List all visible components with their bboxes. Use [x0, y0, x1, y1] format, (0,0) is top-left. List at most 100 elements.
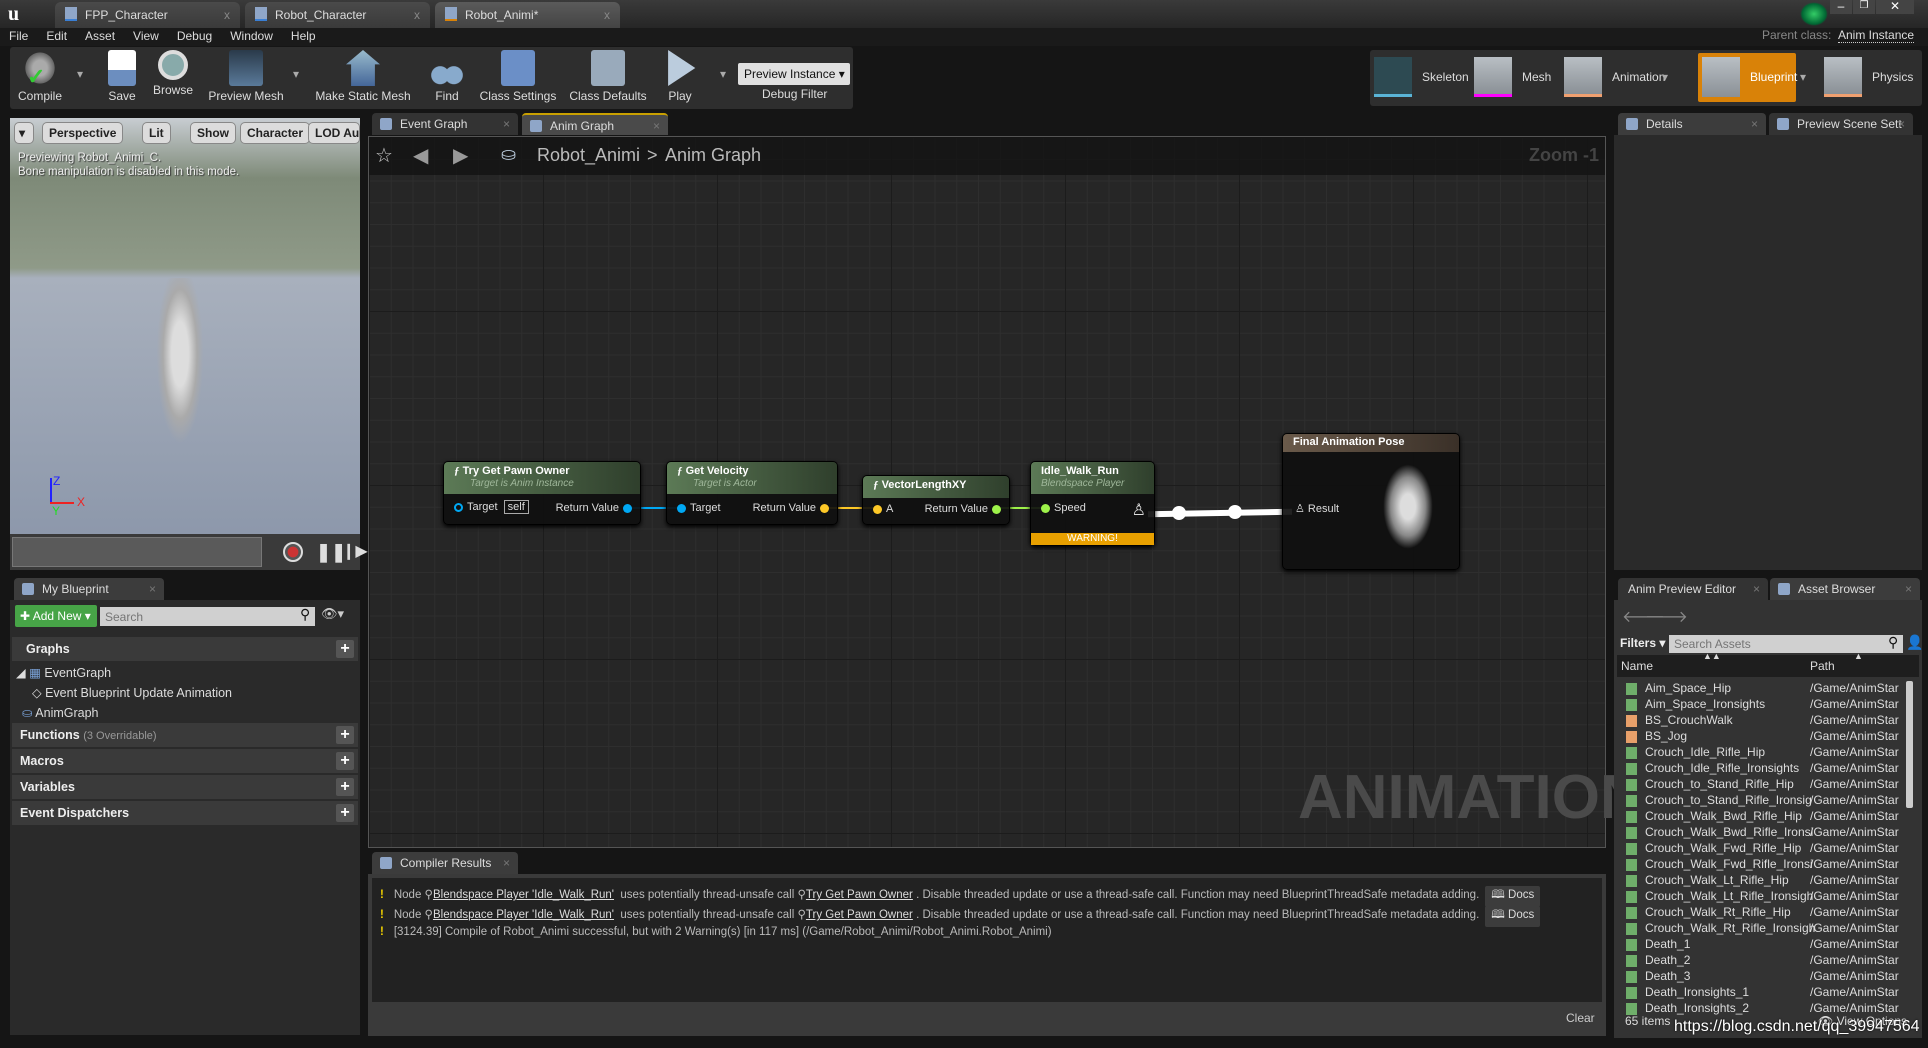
maximize-button[interactable]: ❐: [1853, 0, 1875, 14]
tree-item-animgraph[interactable]: ⛀ AnimGraph: [22, 705, 99, 720]
menu-view[interactable]: View: [124, 28, 168, 44]
add-new-button[interactable]: ✚ Add New ▾: [15, 605, 97, 627]
close-icon[interactable]: ×: [1898, 117, 1905, 131]
make-static-mesh-button[interactable]: Make Static Mesh: [308, 47, 418, 109]
asset-row[interactable]: BS_CrouchWalk/Game/AnimStar: [1622, 713, 1912, 729]
add-graph-button[interactable]: +: [336, 640, 354, 658]
asset-row[interactable]: Crouch_Walk_Fwd_Rifle_Ironsi/Game/AnimSt…: [1622, 857, 1912, 873]
reroute-knot[interactable]: [1172, 506, 1186, 520]
tab-anim-graph[interactable]: Anim Graph ×: [522, 113, 668, 135]
pin-a[interactable]: A: [869, 503, 893, 515]
tab-preview-scene-settings[interactable]: Preview Scene Sett ×: [1769, 113, 1913, 135]
close-icon[interactable]: x: [224, 8, 230, 22]
column-path[interactable]: Path: [1810, 659, 1835, 673]
asset-row[interactable]: BS_Jog/Game/AnimStar: [1622, 729, 1912, 745]
asset-row[interactable]: Crouch_Walk_Lt_Rifle_Ironsigh/Game/AnimS…: [1622, 889, 1912, 905]
node-final-animation-pose[interactable]: Final Animation Pose ♙ Result: [1282, 433, 1460, 570]
minimize-button[interactable]: –: [1830, 0, 1852, 14]
menu-file[interactable]: File: [0, 28, 37, 44]
section-event-dispatchers[interactable]: Event Dispatchers +: [12, 801, 358, 825]
tab-my-blueprint[interactable]: My Blueprint ×: [14, 578, 164, 600]
menu-debug[interactable]: Debug: [168, 28, 221, 44]
doc-tab-robot-animi[interactable]: Robot_Animi* x: [435, 2, 620, 28]
add-macro-button[interactable]: +: [336, 752, 354, 770]
close-icon[interactable]: ×: [1905, 582, 1912, 596]
tab-event-graph[interactable]: Event Graph ×: [372, 113, 518, 135]
log-link[interactable]: Try Get Pawn Owner: [806, 909, 913, 921]
forward-arrow-icon[interactable]: 🡒: [1645, 606, 1688, 627]
breadcrumb-root[interactable]: Robot_Animi: [537, 145, 640, 166]
browse-button[interactable]: Browse: [150, 47, 196, 109]
debug-filter-select[interactable]: Preview Instance ▾: [738, 63, 850, 85]
asset-row[interactable]: Death_3/Game/AnimStar: [1622, 969, 1912, 985]
record-button[interactable]: [283, 542, 303, 562]
mode-mesh[interactable]: Mesh: [1470, 53, 1560, 102]
asset-row[interactable]: Death_1/Game/AnimStar: [1622, 937, 1912, 953]
forward-arrow-icon[interactable]: ▶: [453, 143, 468, 168]
lit-button[interactable]: Lit: [142, 122, 171, 144]
pin-speed[interactable]: Speed: [1037, 502, 1086, 514]
pin-return-value[interactable]: Return Value: [925, 503, 1005, 515]
save-button[interactable]: Save: [102, 47, 142, 109]
column-name[interactable]: Name: [1621, 659, 1653, 673]
compile-options-dropdown[interactable]: ▾: [72, 47, 88, 109]
log-link[interactable]: Blendspace Player 'Idle_Walk_Run': [433, 909, 614, 921]
tab-compiler-results[interactable]: Compiler Results ×: [372, 852, 518, 874]
user-icon[interactable]: 👤: [1906, 634, 1923, 651]
close-icon[interactable]: ×: [503, 117, 510, 131]
close-icon[interactable]: x: [604, 8, 610, 22]
play-options-dropdown[interactable]: ▾: [715, 47, 731, 109]
clear-button[interactable]: Clear: [1566, 1011, 1595, 1025]
character-button[interactable]: Character: [240, 122, 311, 144]
learn-icon[interactable]: [1800, 2, 1828, 26]
view-options-eye-icon[interactable]: 👁▾: [321, 606, 344, 622]
tab-anim-preview-editor[interactable]: Anim Preview Editor ×: [1618, 578, 1768, 600]
docs-button[interactable]: 🕮 Docs: [1485, 906, 1541, 927]
add-variable-button[interactable]: +: [336, 778, 354, 796]
close-window-button[interactable]: ✕: [1876, 0, 1914, 14]
section-macros[interactable]: Macros +: [12, 749, 358, 773]
close-icon[interactable]: x: [414, 8, 420, 22]
self-field[interactable]: self: [503, 500, 529, 514]
preview-mesh-dropdown[interactable]: ▾: [288, 47, 304, 109]
show-button[interactable]: Show: [190, 122, 236, 144]
menu-edit[interactable]: Edit: [37, 28, 76, 44]
pin-return-value[interactable]: Return Value: [556, 502, 636, 514]
tree-item-eventgraph[interactable]: ◢ ▦ EventGraph: [16, 665, 111, 680]
close-icon[interactable]: ×: [503, 856, 510, 870]
tab-asset-browser[interactable]: Asset Browser ×: [1770, 578, 1920, 600]
asset-row[interactable]: Crouch_Walk_Fwd_Rifle_Hip/Game/AnimStar: [1622, 841, 1912, 857]
node-try-get-pawn-owner[interactable]: ƒ Try Get Pawn Owner Target is Anim Insta…: [443, 461, 641, 525]
add-dispatcher-button[interactable]: +: [336, 804, 354, 822]
play-button[interactable]: Play: [658, 47, 702, 109]
close-icon[interactable]: ×: [1753, 582, 1760, 596]
section-graphs[interactable]: Graphs +: [12, 637, 358, 661]
node-vector-length-xy[interactable]: ƒ VectorLengthXY A Return Value: [862, 475, 1010, 525]
menu-help[interactable]: Help: [282, 28, 325, 44]
preview-mesh-button[interactable]: Preview Mesh: [206, 47, 286, 109]
favorite-star-icon[interactable]: ☆: [375, 143, 393, 168]
class-defaults-button[interactable]: Class Defaults: [566, 47, 650, 109]
perspective-button[interactable]: Perspective: [42, 122, 124, 144]
pose-output-pin-icon[interactable]: ♙: [1132, 500, 1146, 520]
close-icon[interactable]: ×: [149, 582, 156, 596]
docs-button[interactable]: 🕮 Docs: [1485, 886, 1541, 907]
asset-row[interactable]: Crouch_Idle_Rifle_Hip/Game/AnimStar: [1622, 745, 1912, 761]
filters-dropdown[interactable]: Filters ▾: [1620, 636, 1665, 650]
close-icon[interactable]: ×: [1751, 117, 1758, 131]
parent-class-link[interactable]: Anim Instance: [1838, 28, 1915, 43]
compile-button[interactable]: ✓ Compile: [10, 47, 70, 109]
menu-window[interactable]: Window: [221, 28, 282, 44]
blueprint-search-input[interactable]: [100, 607, 315, 626]
mode-animation[interactable]: Animation ▾: [1560, 53, 1678, 102]
blueprint-mode-dropdown[interactable]: ▾: [1800, 53, 1814, 102]
asset-row[interactable]: Crouch_to_Stand_Rifle_Ironsig/Game/AnimS…: [1622, 793, 1912, 809]
class-settings-button[interactable]: Class Settings: [476, 47, 560, 109]
reroute-knot[interactable]: [1228, 505, 1242, 519]
doc-tab-fpp-character[interactable]: FPP_Character x: [55, 2, 240, 28]
mode-physics[interactable]: Physics: [1820, 53, 1920, 102]
tab-details[interactable]: Details ×: [1618, 113, 1766, 135]
asset-row[interactable]: Crouch_Walk_Lt_Rifle_Hip/Game/AnimStar: [1622, 873, 1912, 889]
asset-row[interactable]: Death_2/Game/AnimStar: [1622, 953, 1912, 969]
pin-result[interactable]: ♙ Result: [1295, 502, 1339, 515]
